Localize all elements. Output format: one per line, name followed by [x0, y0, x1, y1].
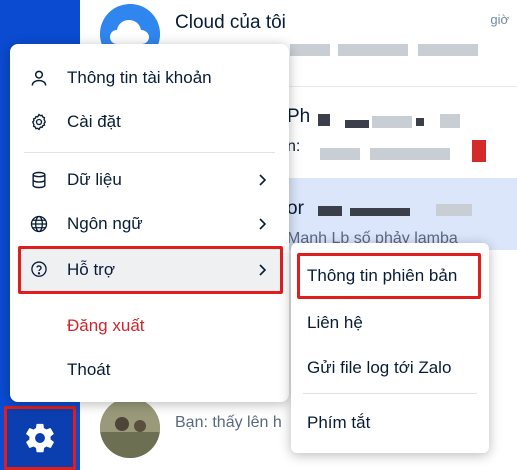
gear-icon [28, 111, 50, 133]
menu-item-support[interactable]: Hỗ trợ [18, 246, 283, 294]
menu-item-label: Hỗ trợ [67, 260, 115, 279]
submenu-item-label: Thông tin phiên bản [307, 266, 458, 285]
blurred-text [290, 44, 330, 56]
blurred-text [418, 44, 478, 56]
chevron-right-icon [259, 174, 267, 186]
menu-item-language[interactable]: Ngôn ngữ [10, 202, 289, 246]
chevron-right-icon [259, 218, 267, 230]
menu-item-label: Thoát [67, 360, 111, 379]
menu-item-label: Ngôn ngữ [67, 214, 143, 233]
menu-item-data[interactable]: Dữ liệu [10, 158, 289, 202]
conversation-time: giờ [490, 12, 509, 27]
blurred-text [318, 206, 342, 216]
menu-item-settings[interactable]: Cài đặt [10, 100, 289, 144]
blurred-text [372, 116, 412, 128]
submenu-item-shortcuts[interactable]: Phím tắt [291, 403, 489, 443]
menu-item-logout[interactable]: Đăng xuất [10, 304, 289, 348]
conversation-title: or [287, 198, 304, 219]
menu-item-label: Dữ liệu [67, 170, 122, 189]
chevron-right-icon [259, 264, 267, 276]
menu-divider [24, 152, 275, 153]
user-icon [28, 67, 50, 89]
globe-icon [28, 213, 50, 235]
photo-thumbnail [100, 398, 160, 458]
blurred-text [345, 120, 369, 128]
submenu-item-label: Liên hệ [307, 313, 363, 332]
blurred-text [350, 208, 410, 216]
blurred-text [370, 148, 450, 160]
settings-menu: Thông tin tài khoản Cài đặt Dữ liệu Ngôn… [10, 44, 289, 402]
submenu-item-send-log[interactable]: Gửi file log tới Zalo [291, 348, 489, 388]
database-icon [28, 169, 50, 191]
blurred-text [320, 148, 360, 160]
help-icon [28, 259, 50, 281]
menu-item-account[interactable]: Thông tin tài khoản [10, 56, 289, 100]
conversation-subtitle: Bạn: thấy lên h [175, 414, 282, 431]
conversation-subtitle: n: [287, 138, 301, 155]
conversation-title: Cloud của tôi [175, 12, 286, 33]
blurred-text [416, 118, 424, 126]
menu-item-label: Đăng xuất [67, 316, 145, 335]
menu-item-quit[interactable]: Thoát [10, 348, 289, 392]
conversation-title: Ph [287, 106, 311, 127]
gear-icon [26, 423, 54, 453]
submenu-item-version[interactable]: Thông tin phiên bản [297, 253, 481, 299]
blurred-text [472, 140, 486, 162]
avatar [100, 398, 160, 458]
blurred-text [338, 44, 408, 56]
submenu-item-contact[interactable]: Liên hệ [291, 303, 489, 343]
submenu-item-label: Phím tắt [307, 413, 371, 432]
settings-button[interactable] [4, 406, 76, 470]
blurred-text [440, 114, 460, 128]
blurred-text [318, 114, 330, 126]
submenu-item-label: Gửi file log tới Zalo [307, 358, 452, 377]
submenu-divider [303, 393, 477, 394]
blurred-text [436, 204, 472, 216]
menu-item-label: Thông tin tài khoản [67, 68, 212, 87]
menu-item-label: Cài đặt [67, 112, 121, 131]
support-submenu: Thông tin phiên bản Liên hệ Gửi file log… [291, 243, 489, 453]
